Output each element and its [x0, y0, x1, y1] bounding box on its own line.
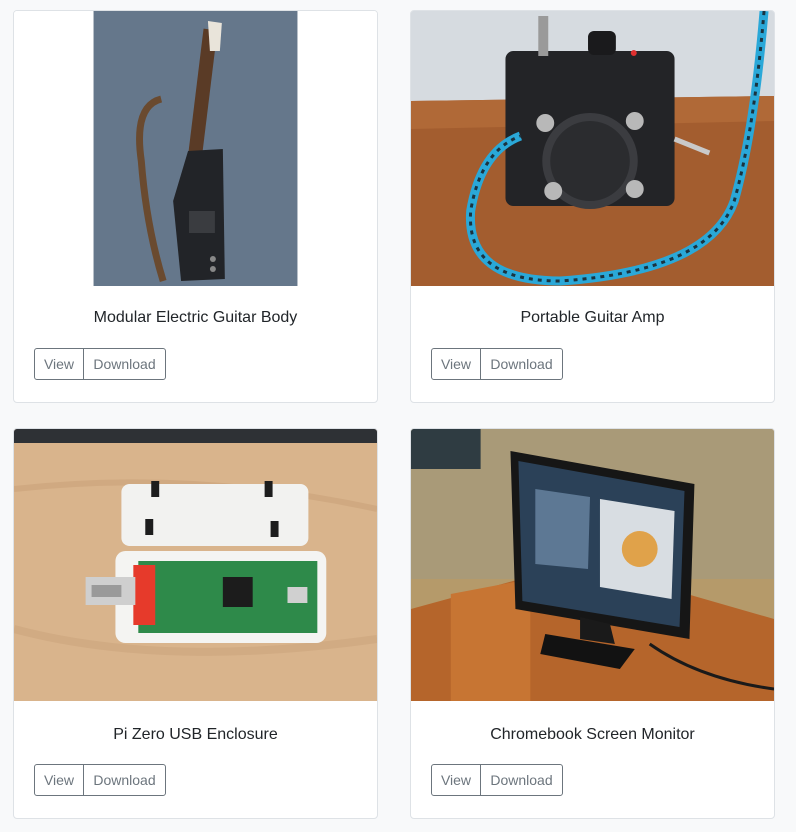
- card-actions: View Download: [34, 764, 166, 796]
- card-title: Portable Guitar Amp: [520, 309, 665, 326]
- card-title: Pi Zero USB Enclosure: [113, 726, 278, 743]
- guitar-amp-photo: [411, 11, 774, 286]
- view-button[interactable]: View: [34, 764, 84, 796]
- download-button[interactable]: Download: [83, 764, 166, 796]
- view-button[interactable]: View: [431, 764, 481, 796]
- download-button[interactable]: Download: [480, 348, 563, 380]
- card-title: Modular Electric Guitar Body: [93, 309, 298, 326]
- card-actions: View Download: [34, 348, 166, 380]
- project-card: Pi Zero USB Enclosure View Download: [13, 428, 378, 819]
- view-button[interactable]: View: [431, 348, 481, 380]
- card-image[interactable]: [411, 11, 774, 286]
- guitar-body-photo: [14, 11, 377, 286]
- project-card: Modular Electric Guitar Body View Downlo…: [13, 10, 378, 403]
- card-title: Chromebook Screen Monitor: [490, 726, 695, 743]
- project-card: Portable Guitar Amp View Download: [410, 10, 775, 403]
- card-actions: View Download: [431, 348, 563, 380]
- download-button[interactable]: Download: [83, 348, 166, 380]
- monitor-photo: [411, 429, 774, 701]
- card-image[interactable]: [411, 429, 774, 701]
- project-card: Chromebook Screen Monitor View Download: [410, 428, 775, 819]
- pi-zero-enclosure-photo: [14, 429, 377, 701]
- download-button[interactable]: Download: [480, 764, 563, 796]
- card-image[interactable]: [14, 429, 377, 701]
- card-image[interactable]: [14, 11, 377, 286]
- view-button[interactable]: View: [34, 348, 84, 380]
- card-actions: View Download: [431, 764, 563, 796]
